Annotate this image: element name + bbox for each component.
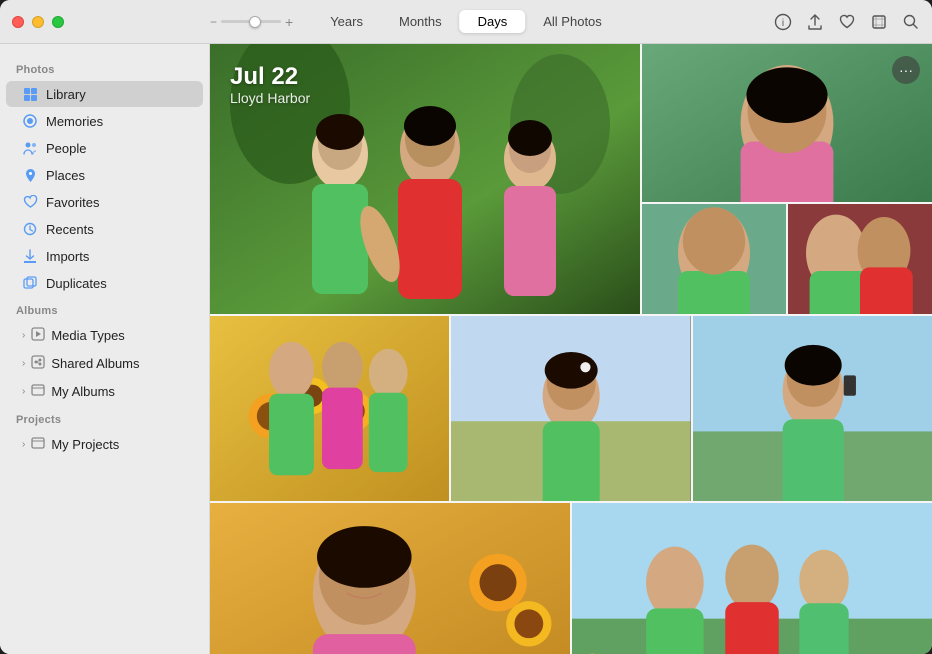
minimize-button[interactable] [32,16,44,28]
sidebar-item-my-projects[interactable]: › My Projects [6,431,203,458]
sidebar: Photos Library Memories [0,44,210,654]
mosaic-row-2 [210,316,932,501]
mosaic-row-1: Jul 22 Lloyd Harbor [210,44,932,314]
sidebar-item-places[interactable]: Places [6,162,203,188]
sidebar-item-my-albums-label: My Albums [51,384,115,399]
search-icon[interactable] [902,13,920,31]
photo-top-right[interactable]: ··· [642,44,932,202]
duplicates-icon [22,275,38,291]
mosaic-row-3 [210,503,932,654]
projects-section-label: Projects [0,406,209,430]
sidebar-item-favorites[interactable]: Favorites [6,189,203,215]
tab-months[interactable]: Months [381,10,460,33]
sidebar-item-recents[interactable]: Recents [6,216,203,242]
photo-row3-left[interactable] [210,503,570,654]
view-tabs: Years Months Days All Photos [312,10,620,33]
sidebar-item-my-albums[interactable]: › My Albums [6,378,203,405]
share-icon[interactable] [806,13,824,31]
sidebar-item-memories-label: Memories [46,114,103,129]
more-options-button[interactable]: ··· [892,56,920,84]
maximize-button[interactable] [52,16,64,28]
sidebar-item-recents-label: Recents [46,222,94,237]
photo-bottom-right[interactable] [788,204,932,314]
app-window: − + Years Months Days All Photos i [0,0,932,654]
day-date: Jul 22 [230,64,310,90]
photo-row2-left[interactable] [210,316,449,501]
shared-albums-expand-icon: › [22,358,25,369]
photo-grid-content[interactable]: Jul 22 Lloyd Harbor [210,44,932,654]
day-location: Lloyd Harbor [230,90,310,106]
places-icon [22,167,38,183]
photo-bottom-left[interactable] [642,204,786,314]
sidebar-item-people[interactable]: People [6,135,203,161]
sidebar-item-my-projects-label: My Projects [51,437,119,452]
sidebar-item-people-label: People [46,141,86,156]
my-albums-icon [31,383,45,400]
library-icon [22,86,38,102]
zoom-slider-area: − + [210,14,293,30]
frame-icon[interactable] [870,13,888,31]
more-options-icon: ··· [899,62,913,78]
photo-row3-right[interactable] [572,503,932,654]
traffic-lights [12,16,64,28]
tab-years[interactable]: Years [312,10,381,33]
albums-section-label: Albums [0,297,209,321]
close-button[interactable] [12,16,24,28]
sidebar-item-imports[interactable]: Imports [6,243,203,269]
sidebar-item-places-label: Places [46,168,85,183]
media-types-icon [31,327,45,344]
info-icon[interactable]: i [774,13,792,31]
main-area: Photos Library Memories [0,44,932,654]
sidebar-item-memories[interactable]: Memories [6,108,203,134]
sidebar-item-duplicates[interactable]: Duplicates [6,270,203,296]
my-projects-icon [31,436,45,453]
photo-row2-center[interactable] [451,316,690,501]
photo-row2-right[interactable] [693,316,932,501]
sidebar-item-favorites-label: Favorites [46,195,99,210]
heart-icon[interactable] [838,13,856,31]
svg-text:i: i [782,18,784,29]
sidebar-item-library[interactable]: Library [6,81,203,107]
photos-section-label: Photos [0,56,209,80]
sidebar-item-library-label: Library [46,87,86,102]
zoom-decrease-icon[interactable]: − [210,15,217,29]
sidebar-item-imports-label: Imports [46,249,89,264]
sidebar-item-media-types[interactable]: › Media Types [6,322,203,349]
tab-all-photos[interactable]: All Photos [525,10,620,33]
my-albums-expand-icon: › [22,386,25,397]
photo-right-column: ··· [642,44,932,314]
people-icon [22,140,38,156]
titlebar: − + Years Months Days All Photos i [0,0,932,44]
day-header: Jul 22 Lloyd Harbor [230,64,310,106]
my-projects-expand-icon: › [22,439,25,450]
sidebar-item-shared-albums[interactable]: › Shared Albums [6,350,203,377]
zoom-slider-track[interactable] [221,20,281,23]
zoom-increase-icon[interactable]: + [285,14,293,30]
recents-icon [22,221,38,237]
zoom-slider-thumb[interactable] [249,16,261,28]
sidebar-item-duplicates-label: Duplicates [46,276,107,291]
photo-large-main[interactable]: Jul 22 Lloyd Harbor [210,44,640,314]
photo-mosaic: Jul 22 Lloyd Harbor [210,44,932,654]
imports-icon [22,248,38,264]
media-types-expand-icon: › [22,330,25,341]
tab-days[interactable]: Days [460,10,526,33]
shared-albums-icon [31,355,45,372]
memories-icon [22,113,38,129]
sidebar-item-shared-albums-label: Shared Albums [51,356,139,371]
sidebar-item-media-types-label: Media Types [51,328,124,343]
toolbar-right: i [774,13,920,31]
favorites-icon [22,194,38,210]
photo-bottom-row [642,204,932,314]
